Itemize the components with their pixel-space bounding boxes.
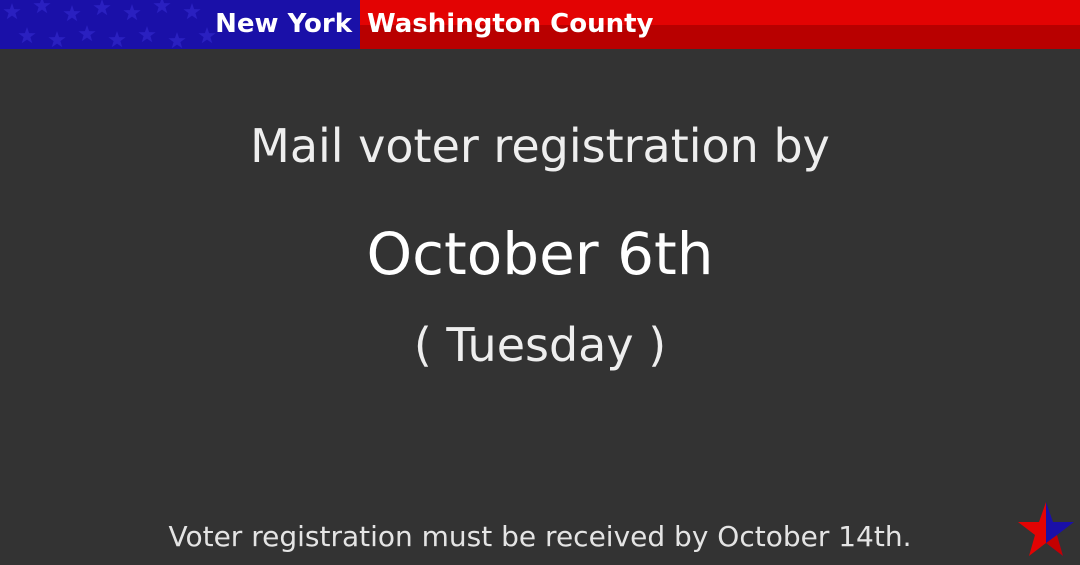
footer-note: Voter registration must be received by O…	[168, 520, 912, 553]
star-icon	[1018, 502, 1074, 556]
county-name: Washington County	[367, 9, 654, 39]
registration-heading: Mail voter registration by	[250, 119, 830, 173]
state-panel: New York	[0, 0, 360, 49]
deadline-date: October 6th	[366, 220, 714, 288]
state-name: New York	[215, 9, 352, 39]
county-panel: Washington County	[360, 0, 1080, 49]
star-red-half	[1018, 502, 1046, 556]
deadline-weekday: ( Tuesday )	[413, 318, 667, 372]
header-banner: New York Washington County	[0, 0, 1080, 49]
